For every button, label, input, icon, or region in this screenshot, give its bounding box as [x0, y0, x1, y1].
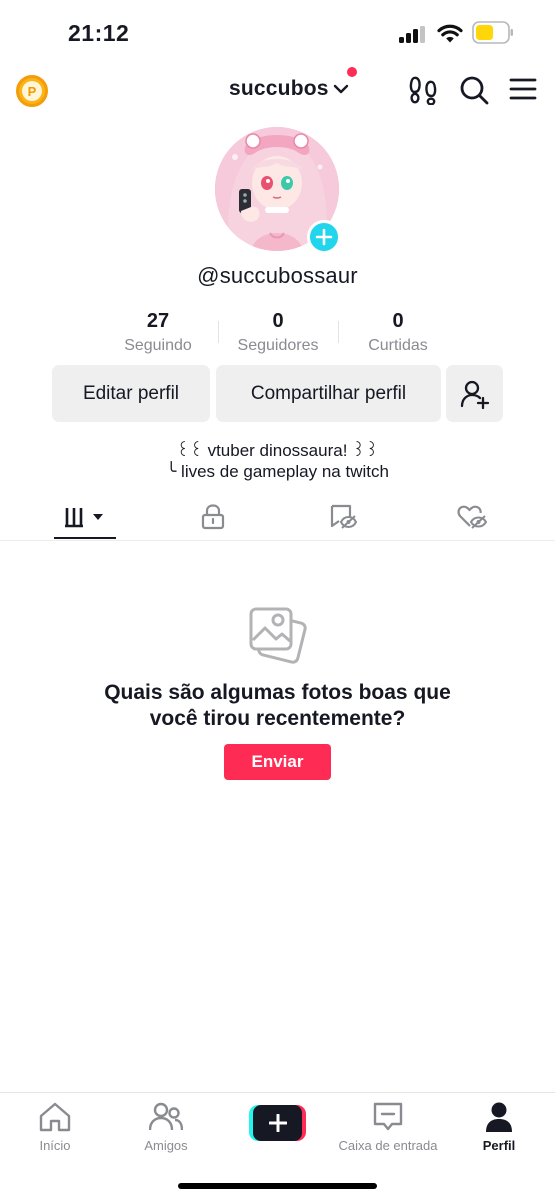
coin-letter: P: [22, 81, 42, 101]
profile-handle: @succubossaur: [197, 263, 358, 288]
top-nav: P succubos: [0, 66, 555, 114]
plus-icon: [268, 1114, 287, 1132]
tab-videos[interactable]: [54, 495, 116, 539]
nav-friends[interactable]: Amigos: [111, 1101, 221, 1153]
empty-state-title: Quais são algumas fotos boas que você ti…: [0, 680, 555, 732]
profile-stats: 27 Seguindo 0 Seguidores 0 Curtidas: [98, 309, 458, 359]
nav-label: Caixa de entrada: [338, 1138, 438, 1153]
nav-home[interactable]: Início: [0, 1101, 110, 1153]
stat-followers[interactable]: 0 Seguidores: [218, 309, 338, 359]
add-photo-button[interactable]: [307, 220, 341, 254]
status-time: 21:12: [68, 20, 130, 46]
empty-state-line: Quais são algumas fotos boas que: [104, 681, 451, 704]
grid-icon: [65, 508, 103, 528]
tab-liked[interactable]: [455, 495, 489, 539]
bio-line: ╰ lives de gameplay na twitch: [166, 462, 389, 481]
nav-label: Início: [39, 1138, 71, 1153]
menu-icon[interactable]: [509, 77, 537, 101]
status-bar: 21:12: [0, 0, 555, 66]
profile-bio: ꒰꒰ vtuber dinossaura! ꒱꒱ ╰ lives de game…: [0, 440, 555, 482]
battery-icon: [472, 21, 513, 44]
username: succubos: [229, 77, 329, 100]
nav-label: Amigos: [144, 1138, 188, 1153]
stat-label: Curtidas: [368, 337, 428, 354]
nav-inbox[interactable]: Caixa de entrada: [333, 1101, 443, 1153]
create-button[interactable]: [249, 1105, 306, 1141]
profile-icon: [486, 1102, 512, 1132]
stat-label: Seguindo: [124, 337, 192, 354]
photos-icon: [249, 607, 307, 664]
empty-state-line: você tirou recentemente?: [149, 707, 406, 730]
chevron-down-icon: [333, 84, 348, 94]
signal-icon: [399, 26, 427, 43]
search-icon[interactable]: [459, 75, 489, 105]
edit-profile-button[interactable]: Editar perfil: [52, 365, 210, 422]
nav-profile[interactable]: Perfil: [444, 1101, 554, 1153]
wifi-icon: [437, 24, 463, 43]
send-button[interactable]: Enviar: [224, 744, 331, 780]
lock-icon: [201, 504, 225, 530]
liked-hidden-icon: [457, 505, 487, 529]
coin-icon[interactable]: P: [16, 75, 48, 107]
create-icon: [253, 1105, 302, 1141]
plus-icon: [315, 228, 333, 246]
stat-following[interactable]: 27 Seguindo: [98, 309, 218, 359]
bio-line: ꒰꒰ vtuber dinossaura! ꒱꒱: [176, 441, 379, 460]
active-tab-indicator: [54, 537, 116, 539]
stat-likes[interactable]: 0 Curtidas: [338, 309, 458, 359]
tab-private[interactable]: [196, 495, 230, 539]
tagged-icon: [330, 504, 357, 529]
stat-label: Seguidores: [237, 337, 319, 354]
home-indicator: [178, 1183, 377, 1189]
share-profile-button[interactable]: Compartilhar perfil: [216, 365, 441, 422]
home-icon: [39, 1102, 71, 1132]
account-switcher[interactable]: succubos: [229, 76, 349, 102]
stat-value: 0: [272, 310, 284, 332]
add-friend-button[interactable]: [446, 365, 503, 422]
profile-tabs: [0, 495, 555, 541]
inbox-icon: [373, 1102, 403, 1131]
notification-dot: [347, 67, 357, 77]
stat-value: 27: [146, 310, 170, 332]
nav-label: Perfil: [482, 1138, 516, 1153]
friends-icon: [149, 1102, 183, 1131]
tab-tagged[interactable]: [326, 495, 360, 539]
stat-value: 0: [392, 310, 404, 332]
add-user-icon: [460, 380, 489, 409]
footprint-icon[interactable]: [409, 75, 437, 105]
